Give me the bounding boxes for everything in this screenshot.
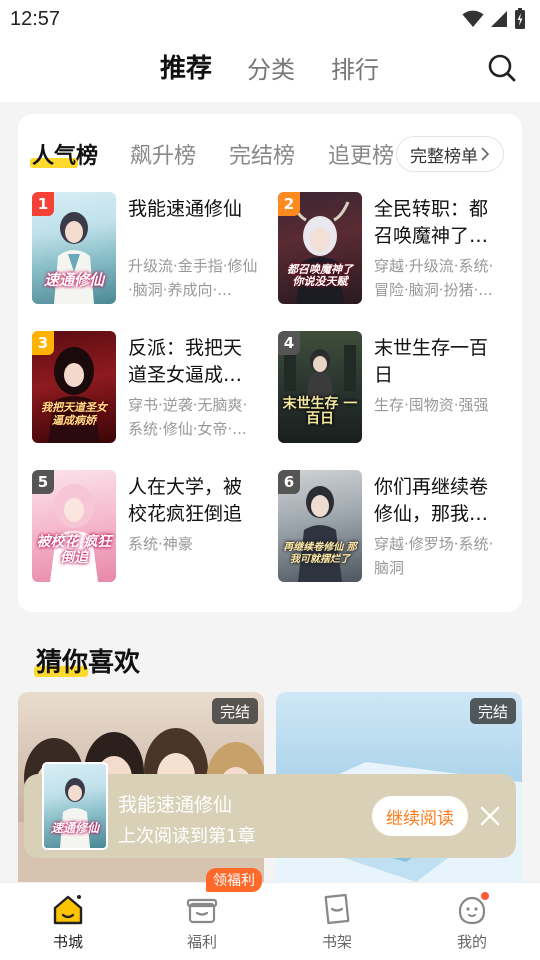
status-icons: [462, 8, 526, 30]
rank-badge: 6: [278, 470, 300, 494]
bookshelf-icon: [324, 893, 350, 925]
completed-badge: 完结: [469, 698, 516, 724]
book-tags: 穿越·修罗场·系统·脑洞: [374, 535, 494, 577]
chevron-right-icon: [481, 147, 490, 161]
ranking-tabs: 人气榜 飙升榜 完结榜 追更榜 完整榜单: [18, 114, 522, 184]
status-bar: 12:57: [0, 0, 540, 38]
notification-dot: [480, 891, 490, 901]
full-list-button[interactable]: 完整榜单: [396, 136, 504, 172]
bottom-nav-welfare[interactable]: 福利: [152, 883, 252, 960]
cover-title: 速通修仙: [43, 271, 104, 289]
book-tags: 升级流·金手指·修仙·脑洞·养成向·...: [128, 257, 258, 299]
book-tags: 穿越·升级流·系统·冒险·脑洞·扮猪·...: [374, 257, 494, 299]
status-time: 12:57: [10, 7, 61, 30]
battery-icon: [515, 8, 525, 29]
home-icon: [53, 895, 83, 925]
ranking-book-5[interactable]: 被校花 疯狂倒追 5 人在大学，被校花疯狂倒追 系统·神豪: [32, 470, 272, 582]
gift-icon: [186, 898, 218, 924]
cover-title: 都召唤魔神了 你说没天赋: [287, 263, 353, 288]
bottom-nav-label: 我的: [456, 933, 487, 951]
rank-badge: 4: [278, 331, 300, 355]
continue-progress: 上次阅读到第1章: [118, 826, 256, 847]
tab-popular[interactable]: 人气榜: [30, 138, 98, 170]
book-tags: 系统·神豪: [128, 535, 193, 553]
bottom-nav-label: 书城: [52, 933, 83, 951]
bottom-nav-bookshelf[interactable]: 书架: [287, 883, 387, 960]
tab-rising[interactable]: 飙升榜: [130, 138, 196, 170]
rank-badge: 1: [32, 192, 54, 216]
bottom-nav: 书城 福利 书架 我的: [0, 882, 540, 960]
tab-completed[interactable]: 完结榜: [229, 138, 295, 170]
rank-badge: 2: [278, 192, 300, 216]
section-heading-guess: 猜你喜欢: [34, 648, 141, 678]
tab-category[interactable]: 分类: [247, 50, 295, 85]
cellular-signal-icon: [491, 11, 507, 27]
profile-icon-wrap: [454, 891, 490, 927]
book-title: 反派：我把天道圣女逼成…: [128, 337, 243, 386]
search-icon[interactable]: [486, 52, 518, 84]
book-tags: 生存·囤物资·强强: [374, 396, 489, 414]
bottom-nav-label: 福利: [186, 933, 217, 951]
cover-title: 末世生存 一百日: [282, 396, 358, 427]
ranking-book-1[interactable]: 速通修仙 1 我能速通修仙 升级流·金手指·修仙·脑洞·养成向·...: [32, 192, 272, 304]
book-title: 末世生存一百日: [374, 337, 489, 386]
ranking-book-6[interactable]: 再继续卷修仙 那我可就摆烂了 6 你们再继续卷修仙，那我… 穿越·修罗场·系统·…: [278, 470, 518, 582]
continue-book-cover: 速通修仙: [42, 762, 108, 850]
top-nav: 推荐 分类 排行: [0, 38, 540, 102]
bottom-nav-label: 书架: [321, 933, 352, 951]
ranking-book-4[interactable]: 末世生存 一百日 4 末世生存一百日 生存·囤物资·强强: [278, 331, 518, 443]
continue-book-title: 我能速通修仙: [118, 794, 233, 816]
wifi-icon: [462, 10, 484, 27]
rank-badge: 5: [32, 470, 54, 494]
tab-recommend[interactable]: 推荐: [160, 48, 212, 85]
welfare-tag[interactable]: 领福利: [206, 868, 262, 892]
continue-reading-button[interactable]: 继续阅读: [372, 796, 468, 836]
continue-cover-title: 速通修仙: [50, 821, 99, 835]
book-title: 全民转职：都召唤魔神了…: [374, 198, 489, 247]
continue-reading-bar[interactable]: 速通修仙 我能速通修仙 上次阅读到第1章 继续阅读: [24, 762, 516, 858]
completed-badge: 完结: [211, 698, 258, 724]
cover-title: 再继续卷修仙 那我可就摆烂了: [283, 542, 357, 565]
book-title: 人在大学，被校花疯狂倒追: [128, 476, 243, 525]
bottom-nav-profile[interactable]: 我的: [422, 883, 522, 960]
cover-title: 我把天道圣女 逼成病娇: [41, 401, 107, 427]
rank-badge: 3: [32, 331, 54, 355]
full-list-label: 完整榜单: [410, 146, 478, 167]
book-tags: 穿书·逆袭·无脑爽·系统·修仙·女帝·...: [128, 396, 248, 438]
close-icon[interactable]: [478, 804, 502, 828]
bottom-nav-bookstore[interactable]: 书城: [18, 883, 118, 960]
ranking-card: 人气榜 飙升榜 完结榜 追更榜 完整榜单 速通修仙 1 我能速通修仙 升级流·金…: [18, 114, 522, 612]
tab-ranking[interactable]: 排行: [331, 50, 379, 85]
ranking-book-3[interactable]: 我把天道圣女 逼成病娇 3 反派：我把天道圣女逼成… 穿书·逆袭·无脑爽·系统·…: [32, 331, 272, 443]
book-title: 我能速通修仙: [128, 198, 243, 220]
ranking-book-2[interactable]: 都召唤魔神了 你说没天赋 2 全民转职：都召唤魔神了… 穿越·升级流·系统·冒险…: [278, 192, 518, 304]
cover-title: 被校花 疯狂倒追: [36, 534, 112, 566]
book-title: 你们再继续卷修仙，那我…: [374, 476, 489, 525]
